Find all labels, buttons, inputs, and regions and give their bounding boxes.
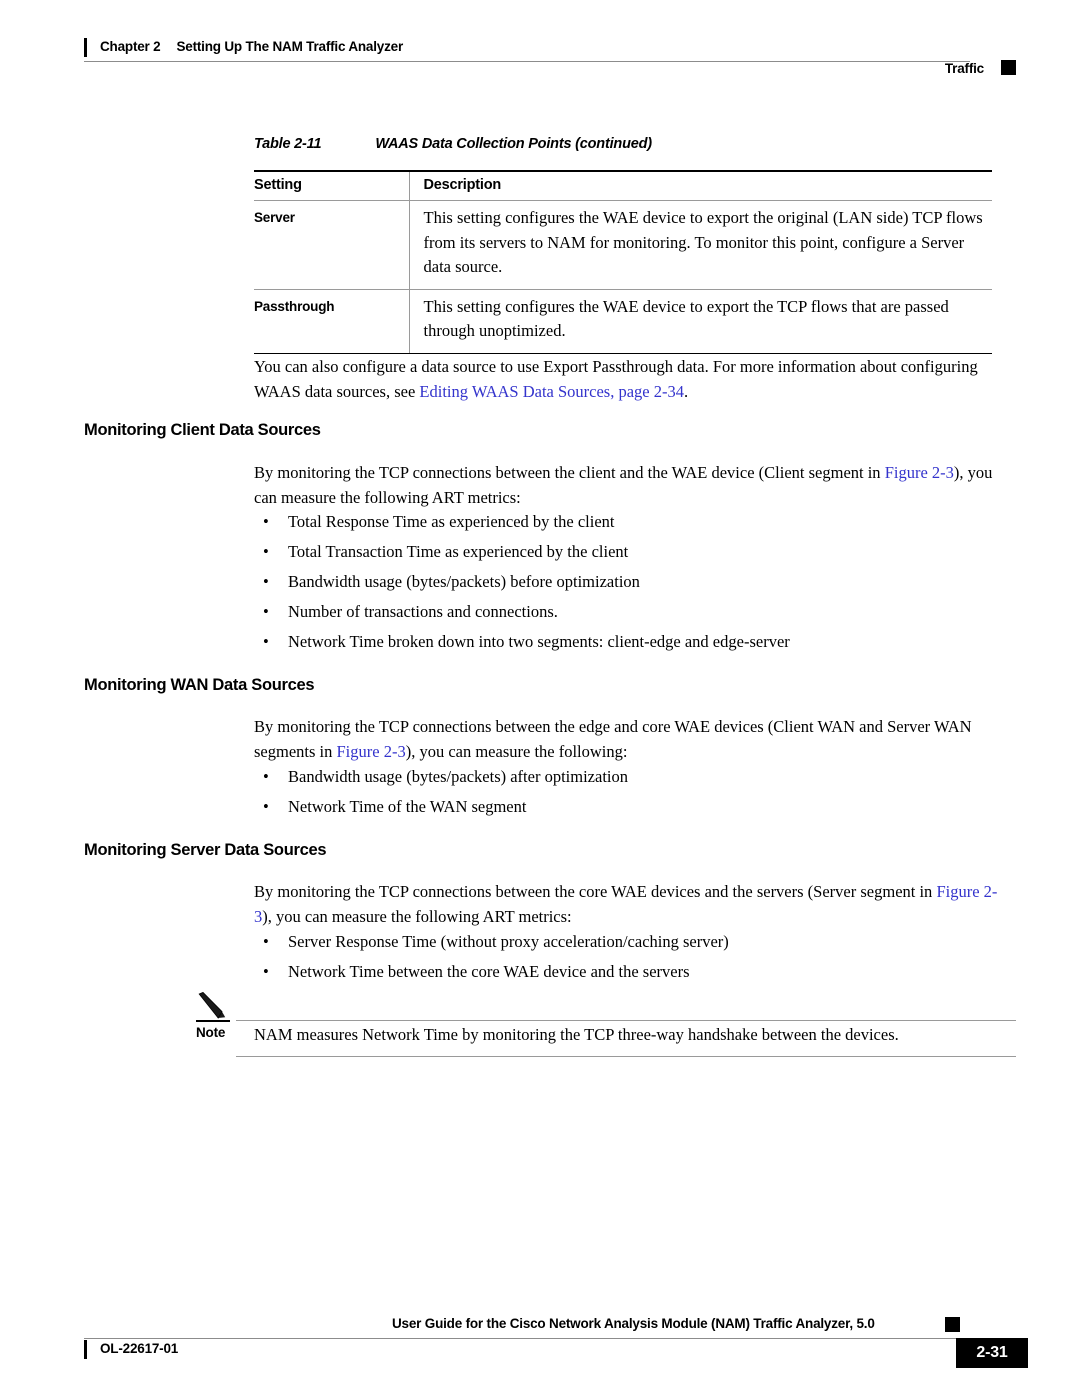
footer-guide-title: User Guide for the Cisco Network Analysi…: [392, 1316, 875, 1331]
table-caption-number: Table 2-11: [254, 136, 322, 152]
waas-data-collection-points-table: Setting Description Server This setting …: [254, 170, 992, 354]
header-chapter-number: Chapter 2: [100, 39, 161, 54]
bullet-icon: •: [263, 572, 269, 591]
bullet-icon: •: [263, 512, 269, 531]
note-rule-top: [236, 1020, 1016, 1021]
page-number-badge: 2-31: [956, 1338, 1028, 1368]
footer-rule: [84, 1338, 960, 1339]
list-item-label: Server Response Time (without proxy acce…: [288, 932, 729, 951]
table-caption: Table 2-11 WAAS Data Collection Points (c…: [254, 136, 992, 152]
running-footer: User Guide for the Cisco Network Analysi…: [84, 1316, 1032, 1376]
note-text: NAM measures Network Time by monitoring …: [254, 1025, 899, 1044]
intro-paragraph: You can also configure a data source to …: [254, 354, 1014, 404]
list-item: • Server Response Time (without proxy acc…: [254, 930, 1014, 954]
list-item-label: Network Time broken down into two segmen…: [288, 632, 790, 651]
list-item: • Network Time of the WAN segment: [254, 795, 1014, 819]
bullet-icon: •: [263, 962, 269, 981]
paragraph-text-after: ), you can measure the following ART met…: [262, 907, 572, 926]
cell-description-server: This setting configures the WAE device t…: [408, 200, 992, 290]
footer-square-marker: [945, 1317, 960, 1332]
bullet-list-client-metrics: • Total Response Time as experienced by t…: [254, 510, 1014, 660]
table-caption-title: WAAS Data Collection Points (continued): [375, 136, 652, 152]
header-rule: [84, 61, 970, 62]
bullet-icon: •: [263, 932, 269, 951]
column-header-setting: Setting: [254, 170, 409, 201]
note-label: Note: [196, 1025, 226, 1040]
bullet-icon: •: [263, 632, 269, 651]
paragraph-text-before: By monitoring the TCP connections betwee…: [254, 882, 937, 901]
column-header-description: Description: [408, 170, 992, 201]
paragraph-text-before: By monitoring the TCP connections betwee…: [254, 463, 885, 482]
table-block: Table 2-11 WAAS Data Collection Points (c…: [254, 136, 992, 354]
list-item-label: Total Response Time as experienced by th…: [288, 512, 615, 531]
footer-left-tick-mark: [84, 1340, 87, 1359]
header-left-tick-mark: [84, 38, 87, 57]
bullet-list-server-metrics: • Server Response Time (without proxy acc…: [254, 930, 1014, 990]
cell-setting-passthrough: Passthrough: [254, 289, 409, 354]
bullet-icon: •: [263, 542, 269, 561]
paragraph-wan-data-sources: By monitoring the TCP connections betwee…: [254, 714, 1014, 764]
running-header: Chapter 2 Setting Up The NAM Traffic Anal…: [84, 36, 1016, 80]
note-icon-underline: [196, 1020, 230, 1022]
link-editing-waas-data-sources[interactable]: Editing WAAS Data Sources, page 2-34: [419, 382, 684, 401]
list-item: • Network Time broken down into two segme…: [254, 630, 1014, 654]
note-rule-bottom: [236, 1056, 1016, 1057]
list-item-label: Total Transaction Time as experienced by…: [288, 542, 629, 561]
document-page: Chapter 2 Setting Up The NAM Traffic Anal…: [0, 0, 1080, 1397]
header-section-label: Traffic: [944, 61, 984, 76]
list-item: • Total Response Time as experienced by t…: [254, 510, 1014, 534]
header-square-marker: [1001, 60, 1016, 75]
heading-monitoring-wan-data-sources: Monitoring WAN Data Sources: [84, 676, 315, 694]
bullet-list-wan-metrics: • Bandwidth usage (bytes/packets) after o…: [254, 765, 1014, 825]
list-item-label: Bandwidth usage (bytes/packets) before o…: [288, 572, 640, 591]
bullet-icon: •: [263, 602, 269, 621]
cell-setting-server: Server: [254, 200, 409, 290]
paragraph-server-data-sources: By monitoring the TCP connections betwee…: [254, 879, 1014, 929]
header-chapter-line: Chapter 2 Setting Up The NAM Traffic Anal…: [100, 39, 403, 54]
bullet-icon: •: [263, 797, 269, 816]
list-item-label: Network Time between the core WAE device…: [288, 962, 690, 981]
bullet-icon: •: [263, 767, 269, 786]
cell-description-passthrough: This setting configures the WAE device t…: [408, 289, 992, 354]
paragraph-text-after: ), you can measure the following:: [405, 742, 628, 761]
table-row: Passthrough This setting configures the …: [254, 289, 992, 354]
list-item: • Network Time between the core WAE devic…: [254, 960, 1014, 984]
list-item: • Number of transactions and connections.: [254, 600, 1014, 624]
list-item-label: Number of transactions and connections.: [288, 602, 558, 621]
header-chapter-title: Setting Up The NAM Traffic Analyzer: [176, 39, 403, 54]
link-figure-2-3[interactable]: Figure 2-3: [337, 742, 406, 761]
link-figure-2-3[interactable]: Figure 2-3: [885, 463, 954, 482]
heading-monitoring-client-data-sources: Monitoring Client Data Sources: [84, 421, 321, 439]
list-item-label: Network Time of the WAN segment: [288, 797, 527, 816]
note-admonition: Note NAM measures Network Time by monito…: [196, 992, 1016, 1062]
list-item: • Bandwidth usage (bytes/packets) before …: [254, 570, 1014, 594]
table-row: Server This setting configures the WAE d…: [254, 200, 992, 290]
paragraph-client-data-sources: By monitoring the TCP connections betwee…: [254, 460, 1014, 510]
table-header-row: Setting Description: [254, 170, 992, 201]
list-item: • Total Transaction Time as experienced b…: [254, 540, 1014, 564]
heading-monitoring-server-data-sources: Monitoring Server Data Sources: [84, 841, 327, 859]
footer-document-id: OL-22617-01: [100, 1341, 179, 1356]
list-item: • Bandwidth usage (bytes/packets) after o…: [254, 765, 1014, 789]
list-item-label: Bandwidth usage (bytes/packets) after op…: [288, 767, 628, 786]
intro-paragraph-text-after: .: [684, 382, 689, 401]
